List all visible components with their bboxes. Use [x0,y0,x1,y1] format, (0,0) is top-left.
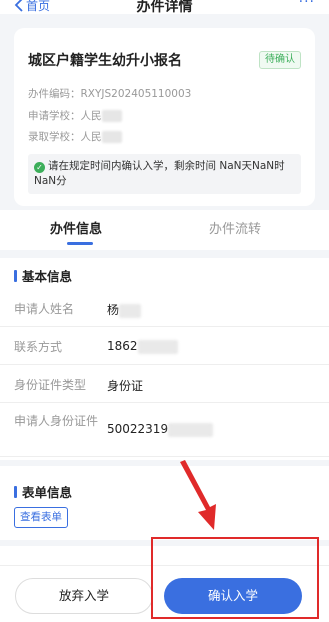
field-contact: 联系方式 1862 [0,327,329,365]
redacted-mask [168,422,214,437]
admitted-school-label: 录取学校： [28,131,81,143]
nav-bar: 首页 办件详情 ··· [0,0,329,15]
divider [0,250,329,258]
confirm-notice: ✓ 请在规定时间内确认入学，剩余时间 NaN天NaN时NaN分 [28,154,301,194]
annotation-highlight-box [151,537,319,619]
divider [0,460,329,466]
field-value: 1862 [107,339,178,354]
more-icon[interactable]: ··· [299,0,315,10]
redacted-mask [101,110,122,122]
notice-text: 请在规定时间内确认入学，剩余时间 NaN天NaN时NaN分 [34,160,285,187]
view-form-button[interactable]: 查看表单 [14,507,68,528]
applicant-name-value: 杨 [107,303,120,317]
tab-bar: 办件信息 办件流转 [0,210,329,250]
admitted-school-row: 录取学校：人民 [28,129,122,144]
redacted-mask [101,131,122,143]
field-value: 50022319 [107,422,214,437]
application-title: 城区户籍学生幼升小报名 [28,53,182,69]
active-tab-indicator [67,242,93,245]
basic-info-heading: 基本信息 [14,266,72,285]
applying-school-row: 申请学校：人民 [28,108,122,123]
admitted-school-value: 人民 [80,131,102,143]
case-number-row: 办件编码：RXYJS202405110003 [28,86,191,101]
id-number-value: 50022319 [107,422,169,436]
summary-section: 城区户籍学生幼升小报名 待确认 办件编码：RXYJS202405110003 申… [0,14,329,210]
contact-value: 1862 [107,339,138,353]
applying-school-label: 申请学校： [28,110,81,122]
field-label: 申请人姓名 [14,302,75,316]
redacted-mask [137,339,178,354]
field-applicant-name: 申请人姓名 杨 [0,289,329,327]
field-value: 身份证 [107,379,144,393]
check-circle-icon: ✓ [34,162,45,173]
field-id-type: 身份证件类型 身份证 [0,365,329,403]
case-number-value: RXYJS202405110003 [80,88,192,100]
annotation-arrow-icon [180,460,216,530]
form-info-heading: 表单信息 [14,482,72,501]
tab-case-flow[interactable]: 办件流转 [209,218,261,237]
field-value: 杨 [107,301,142,318]
applying-school-value: 人民 [80,110,102,122]
field-label: 联系方式 [14,340,63,354]
abandon-enrollment-button[interactable]: 放弃入学 [15,578,153,614]
status-badge: 待确认 [259,51,301,69]
application-card: 城区户籍学生幼升小报名 待确认 办件编码：RXYJS202405110003 申… [14,28,315,206]
tab-case-info[interactable]: 办件信息 [50,218,102,237]
field-label: 身份证件类型 [14,378,87,392]
case-number-label: 办件编码： [28,88,81,100]
field-id-number: 申请人身份证件 50022319 [0,403,329,457]
field-label: 申请人身份证件 [14,414,99,428]
redacted-mask [119,303,142,318]
